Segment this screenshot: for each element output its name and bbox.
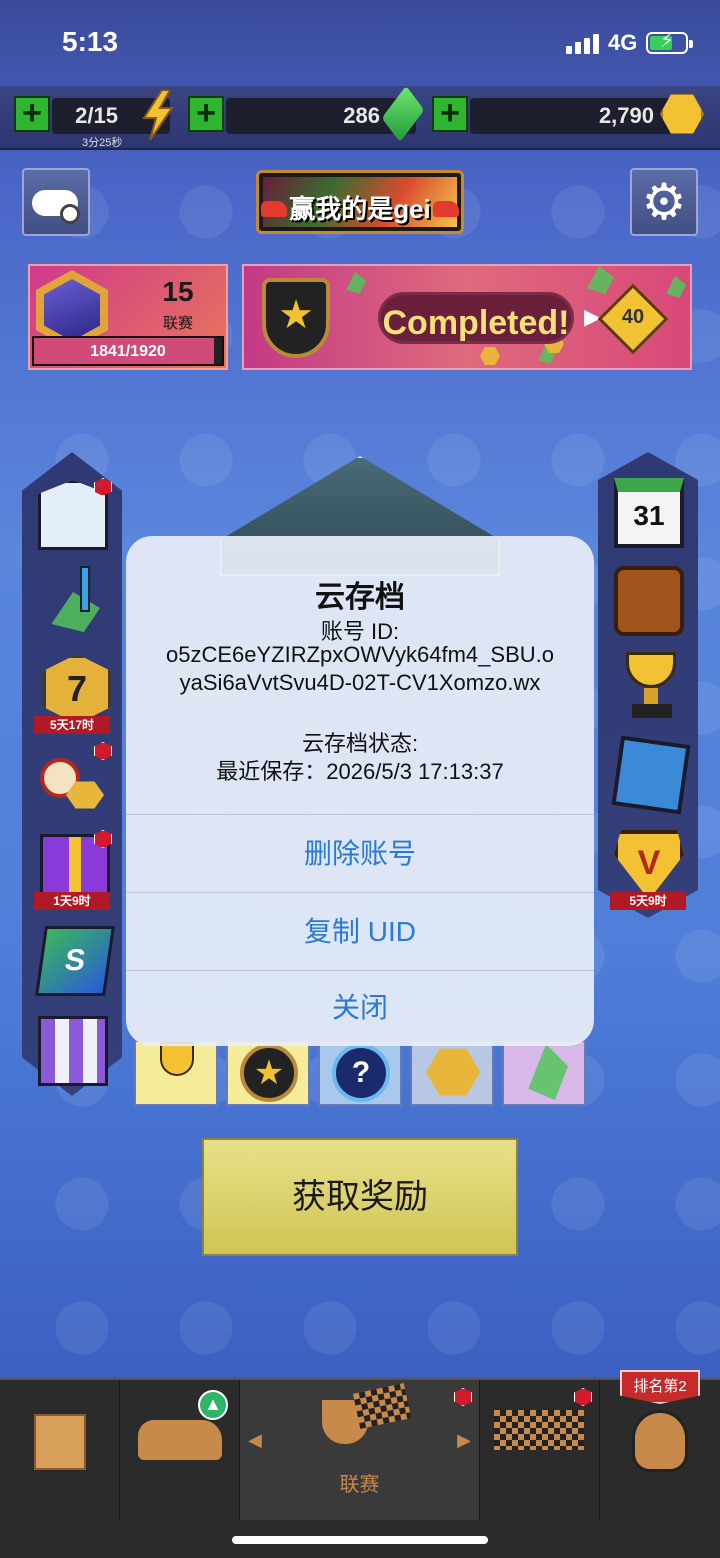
league-label: 联赛 xyxy=(162,315,193,332)
nav-cars-tab[interactable]: ▲ xyxy=(120,1380,240,1520)
add-coins-button[interactable]: + xyxy=(432,96,468,132)
last-saved-time: 最近保存：2026/5/3 17:13:37 xyxy=(216,759,504,784)
nav-league-tab[interactable]: ◀ 联赛 ▶ xyxy=(240,1380,480,1520)
coins-counter: 2,790 xyxy=(470,98,684,134)
chevron-left-icon: ◀ xyxy=(248,1430,262,1450)
sidebar-timer: 5天9时 xyxy=(610,892,686,910)
star-shield-icon: ★ xyxy=(262,278,330,358)
gear-icon: ⚙ xyxy=(641,174,687,230)
car-icon xyxy=(138,1420,222,1460)
nav-league-label: 联赛 xyxy=(339,1474,380,1496)
event-status: Completed! xyxy=(382,304,570,342)
add-energy-button[interactable]: + xyxy=(14,96,50,132)
helmet-icon xyxy=(632,1410,688,1472)
cellular-signal-icon xyxy=(566,32,602,54)
nav-garage-tab[interactable] xyxy=(0,1380,120,1520)
lightning-bolt-icon xyxy=(142,90,174,140)
coin-timer-icon[interactable] xyxy=(38,750,108,820)
account-id-value-line1: o5zCE6eYZIRZpxOWVyk64fm4_SBU.o xyxy=(166,642,554,667)
league-level: 15 xyxy=(162,276,194,307)
coin-nugget xyxy=(480,347,500,365)
copy-uid-button[interactable]: 复制 UID xyxy=(126,894,594,970)
reward-tile-gem[interactable] xyxy=(502,1040,586,1106)
gem-shard xyxy=(346,272,366,294)
reward-tile-star[interactable]: ★ xyxy=(226,1040,310,1106)
crossed-flags-icon xyxy=(494,1410,584,1450)
trophy-icon[interactable] xyxy=(618,652,688,722)
event-banner[interactable]: ★ Completed! ▶ 40 xyxy=(242,264,692,370)
sync-icon xyxy=(60,204,80,224)
settings-gear-button[interactable]: ⚙ xyxy=(630,168,698,236)
season-pass-icon[interactable]: S xyxy=(35,926,115,996)
calendar-day: 31 xyxy=(633,500,665,531)
player-name: 赢我的是gei xyxy=(289,194,431,224)
backpack-icon[interactable] xyxy=(614,566,684,636)
calendar-icon[interactable]: 31 xyxy=(614,478,684,548)
divider xyxy=(126,892,594,893)
cloud-save-button[interactable] xyxy=(22,168,90,236)
network-type: 4G xyxy=(608,30,638,55)
home-indicator[interactable] xyxy=(232,1536,488,1544)
completed-pill: Completed! xyxy=(378,292,574,344)
garage-box-icon xyxy=(34,1414,86,1470)
status-time: 5:13 xyxy=(62,26,119,57)
gem-shard xyxy=(666,276,686,298)
player-name-plate[interactable]: 赢我的是gei xyxy=(256,170,464,234)
reward-tile-mystery[interactable]: ? xyxy=(318,1040,402,1106)
gem-upgrade-icon[interactable] xyxy=(40,566,110,636)
coins-value: 2,790 xyxy=(598,103,654,128)
upgrade-arrow-icon: ▲ xyxy=(198,1390,228,1420)
checkered-flag-icon xyxy=(352,1382,412,1430)
delete-account-button[interactable]: 删除账号 xyxy=(126,816,594,892)
sidebar-timer: 1天9时 xyxy=(34,892,110,910)
event-reward: 40 xyxy=(621,306,645,328)
league-progress-text: 1841/1920 xyxy=(90,343,166,360)
league-progress-bar: 1841/1920 xyxy=(32,336,224,366)
reward-tile-trophy[interactable] xyxy=(134,1040,218,1106)
dialog-title: 云存档 xyxy=(315,581,405,614)
league-card[interactable]: 15 联赛 1841/1920 xyxy=(28,264,228,370)
sidebar-timer: 5天17时 xyxy=(34,716,110,734)
resources-bar: + 2/15 3分25秒 + 286 + 2,790 xyxy=(0,85,720,150)
cloud-save-dialog: 云存档 账号 ID: o5zCE6eYZIRZpxOWVyk64fm4_SBU.… xyxy=(126,536,594,1046)
status-bar: 5:13 4G ⚡ xyxy=(0,0,720,86)
car-icon xyxy=(432,201,459,218)
divider xyxy=(126,814,594,815)
car-icon xyxy=(261,201,288,218)
reward-tile-coin[interactable] xyxy=(410,1040,494,1106)
battery-charging-icon: ⚡ xyxy=(646,30,693,54)
account-id-value-line2: yaSi6aVvtSvu4D-02T-CV1Xomzo.wx xyxy=(179,670,541,695)
gems-value: 286 xyxy=(343,103,380,128)
claim-reward-button[interactable]: 获取奖励 xyxy=(202,1138,518,1256)
energy-value: 2/15 xyxy=(75,103,118,128)
shop-store-icon[interactable] xyxy=(38,1016,108,1086)
chevron-right-icon: ▶ xyxy=(457,1430,471,1450)
energy-timer: 3分25秒 xyxy=(82,137,123,149)
gem-shard xyxy=(587,266,614,294)
checklist-icon[interactable] xyxy=(611,735,691,815)
close-dialog-button[interactable]: 关闭 xyxy=(126,970,594,1046)
bottom-nav: ▲ ◀ 联赛 ▶ xyxy=(0,1378,720,1558)
add-gems-button[interactable]: + xyxy=(188,96,224,132)
